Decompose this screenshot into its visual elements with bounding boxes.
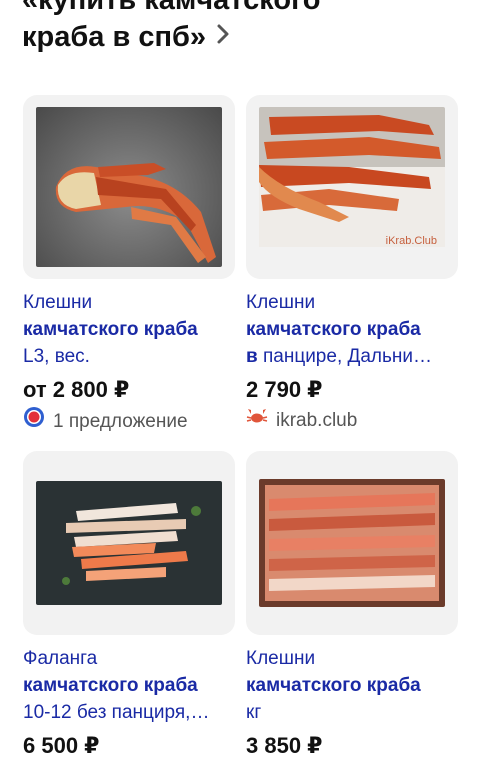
- peeled-crab-phalanges-photo: [36, 481, 222, 605]
- product-image-frame[interactable]: iKrab.Club: [246, 95, 458, 279]
- product-image-frame[interactable]: [246, 451, 458, 635]
- product-title-line-3[interactable]: в панцире, Дальни…: [246, 343, 458, 370]
- crab-icon: [246, 406, 268, 435]
- product-title-line-1[interactable]: Клешни: [246, 645, 458, 672]
- frozen-crab-legs-box-photo: [259, 479, 445, 607]
- product-title-line-3[interactable]: L3, вес.: [23, 343, 235, 370]
- title-bold-word: в: [246, 346, 258, 367]
- product-title-line-3[interactable]: 10-12 без панциря,…: [23, 699, 235, 726]
- product-title-line-1[interactable]: Клешни: [246, 289, 458, 316]
- title-rest: панцире, Дальни…: [257, 346, 433, 367]
- offers-badge-icon: [23, 406, 45, 437]
- product-price: 3 850 ₽: [246, 733, 323, 758]
- product-title-line-2[interactable]: камчатского краба: [246, 316, 458, 343]
- header-line-2: краба в спб»: [22, 19, 462, 56]
- shop-name: ikrab.club: [276, 409, 358, 431]
- product-title-line-2[interactable]: камчатского краба: [23, 672, 235, 699]
- product-price: 2 790 ₽: [246, 377, 323, 402]
- shop-link[interactable]: ikrab.club: [246, 406, 458, 435]
- product-card[interactable]: Фаланга камчатского краба 10-12 без панц…: [23, 451, 235, 762]
- product-card[interactable]: Клешни камчатского краба кг 3 850 ₽: [246, 451, 458, 762]
- search-query-header[interactable]: «купить камчатского краба в спб»: [22, 0, 462, 56]
- chevron-right-icon[interactable]: [216, 18, 230, 55]
- product-title-line-2[interactable]: камчатского краба: [246, 672, 458, 699]
- product-title-line-1[interactable]: Клешни: [23, 289, 235, 316]
- product-title-line-2[interactable]: камчатского краба: [23, 316, 235, 343]
- crab-claws-on-stone-photo: [36, 107, 222, 267]
- product-image-frame[interactable]: [23, 95, 235, 279]
- product-card[interactable]: Клешни камчатского краба L3, вес. от 2 8…: [23, 95, 235, 437]
- product-price: от 2 800 ₽: [23, 377, 130, 402]
- product-image-frame[interactable]: [23, 451, 235, 635]
- product-price: 6 500 ₽: [23, 733, 100, 758]
- product-title-line-3[interactable]: кг: [246, 699, 458, 726]
- offers-count: 1 предложение: [53, 410, 188, 432]
- ikrab-watermark: iKrab.Club: [385, 235, 437, 247]
- header-line-1: «купить камчатского: [22, 0, 321, 16]
- product-title-line-1[interactable]: Фаланга: [23, 645, 235, 672]
- product-card[interactable]: iKrab.Club Клешни камчатского краба в па…: [246, 95, 458, 435]
- offers-link[interactable]: 1 предложение: [23, 406, 235, 437]
- crab-legs-on-board-photo: iKrab.Club: [259, 107, 445, 267]
